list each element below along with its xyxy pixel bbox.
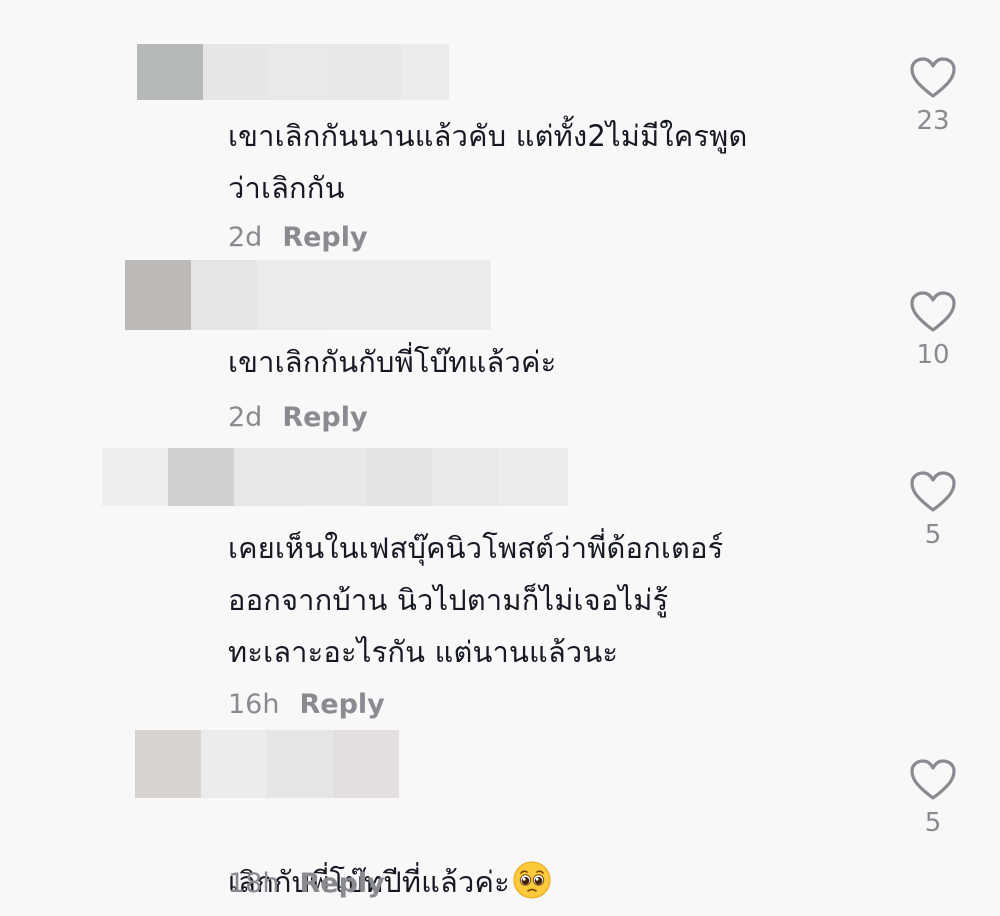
comment-item: เขาเลิกกันกับพี่โบ๊ทแล้วค่ะ 2d Reply 10	[0, 260, 1000, 446]
comment-meta: 2d Reply	[228, 222, 368, 253]
like-count: 5	[924, 808, 942, 838]
like-count: 23	[916, 106, 950, 136]
comment-meta: 18h Reply	[228, 868, 385, 899]
like-button[interactable]: 5	[905, 758, 961, 838]
comment-item: เลิกกับพี่โบ๊ทปีที่แล้วค่ะ 18h Reply 5	[0, 728, 1000, 916]
heart-outline-icon	[910, 291, 956, 332]
comment-text: เขาเลิกกันนานแล้วคับ แต่ทั้ง2ไม่มีใครพูด…	[228, 119, 748, 205]
heart-outline-icon	[910, 57, 956, 98]
comment-item: เคยเห็นในเฟสบุ๊คนิวโพสต์ว่าพี่ด้อกเตอร์ …	[0, 446, 1000, 728]
comment-meta: 2d Reply	[228, 402, 368, 433]
like-button[interactable]: 23	[905, 56, 961, 136]
like-button[interactable]: 5	[905, 470, 961, 550]
comment-text: เคยเห็นในเฟสบุ๊คนิวโพสต์ว่าพี่ด้อกเตอร์ …	[228, 531, 724, 669]
pixelated-username	[137, 44, 449, 100]
reply-button[interactable]: Reply	[299, 689, 384, 720]
reply-button[interactable]: Reply	[282, 402, 367, 433]
reply-button[interactable]: Reply	[299, 868, 384, 899]
comment-time: 16h	[228, 689, 280, 720]
comment-time: 18h	[228, 868, 280, 899]
pixelated-username	[102, 448, 568, 506]
reply-button[interactable]: Reply	[282, 222, 367, 253]
pixelated-username	[135, 730, 399, 798]
comment-meta: 16h Reply	[228, 689, 385, 720]
like-count: 5	[924, 520, 942, 550]
heart-outline-icon	[910, 471, 956, 512]
pleading-face-emoji	[513, 861, 551, 899]
heart-outline-icon	[910, 759, 956, 800]
comment-time: 2d	[228, 402, 263, 433]
pixelated-username	[125, 260, 491, 330]
comment-time: 2d	[228, 222, 263, 253]
like-count: 10	[916, 340, 950, 370]
like-button[interactable]: 10	[905, 290, 961, 370]
comment-item: เขาเลิกกันนานแล้วคับ แต่ทั้ง2ไม่มีใครพูด…	[0, 0, 1000, 260]
comment-text: เขาเลิกกันกับพี่โบ๊ทแล้วค่ะ	[228, 345, 557, 379]
